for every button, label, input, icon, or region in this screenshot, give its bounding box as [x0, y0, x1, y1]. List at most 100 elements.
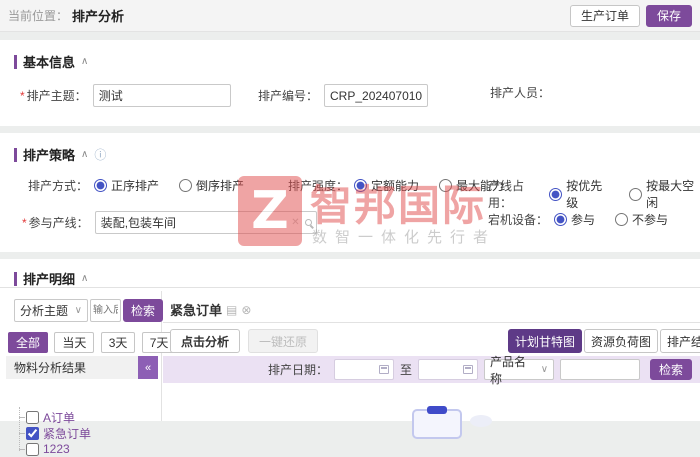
analysis-search-button[interactable]: 检索 [123, 299, 163, 322]
filter-search-button[interactable]: 检索 [650, 359, 692, 380]
gantt-view-button[interactable]: 计划甘特图 [508, 329, 582, 353]
strategy-section: 排产策略 ∧ ⓘ 排产方式： 正序排产 倒序排产 排产强度： 定额能力 最大能力… [0, 133, 700, 252]
radio-by-max-idle[interactable]: 按最大空闲 [629, 177, 700, 211]
restore-button[interactable]: 一键还原 [248, 329, 318, 353]
clear-icon[interactable]: ✕ [291, 218, 299, 228]
material-tree: A订单 紧急订单 1223 [6, 405, 156, 457]
collapse-caret-icon[interactable]: ∧ [81, 273, 88, 284]
person-label: 排产人员： [490, 84, 550, 101]
tree-item-a-order[interactable]: A订单 [6, 409, 156, 425]
order-tab[interactable]: 紧急订单 ▤ ⊗ [170, 300, 251, 319]
detail-section: 排产明细 ∧ 分析主题 ∨ 检索 全部 当天 3天 7天 物料分析结果 « A订… [0, 259, 700, 421]
intensity-label: 排产强度： [288, 177, 348, 194]
basic-info-section: 基本信息 ∧ 排产主题： 排产编号： 排产人员： [0, 40, 700, 126]
detail-title: 排产明细 ∧ [14, 269, 88, 288]
radio-not-participate[interactable]: 不参与 [615, 211, 668, 228]
intensity-field: 排产强度： 定额能力 最大能力 [288, 177, 518, 194]
person-field: 排产人员： [490, 84, 550, 101]
action-toolbar: 点击分析 一键还原 [170, 329, 318, 353]
radio-reverse-scheduling[interactable]: 倒序排产 [179, 177, 244, 194]
subject-field: 排产主题： [20, 84, 231, 107]
tab-today[interactable]: 当天 [54, 332, 94, 353]
section-bar [14, 55, 17, 69]
line-occupy-label: 产线占用： [488, 177, 543, 211]
checkbox-a-order[interactable] [26, 411, 39, 424]
breadcrumb-value: 排产分析 [72, 6, 124, 25]
checkbox-1223[interactable] [26, 443, 39, 456]
number-input[interactable] [324, 84, 428, 107]
view-switcher: 计划甘特图 资源负荷图 排产结果表 [508, 329, 700, 353]
topbar-actions: 生产订单 保存 [570, 5, 692, 27]
strategy-title: 排产策略 ∧ ⓘ [14, 145, 106, 164]
date-to-label: 至 [400, 361, 412, 378]
copy-icon[interactable]: ▤ [226, 303, 237, 317]
tab-3days[interactable]: 3天 [101, 332, 136, 353]
subject-label: 排产主题： [20, 87, 87, 104]
section-divider [0, 287, 700, 288]
subject-input[interactable] [93, 84, 231, 107]
lines-input[interactable] [95, 211, 317, 234]
line-occupy-field: 产线占用： 按优先级 按最大空闲 [488, 177, 700, 211]
search-icon[interactable] [305, 219, 312, 226]
topbar: 当前位置： 排产分析 生产订单 保存 [0, 0, 700, 32]
analysis-search-row: 分析主题 ∨ 检索 [14, 299, 163, 322]
radio-forward-scheduling[interactable]: 正序排产 [94, 177, 159, 194]
lines-input-icons: ✕ [291, 211, 311, 234]
empty-state-shadow [470, 415, 492, 427]
basic-info-title: 基本信息 ∧ [14, 52, 88, 71]
lines-input-wrap: ✕ [95, 211, 317, 234]
downtime-label: 宕机设备： [488, 211, 548, 228]
date-end-input[interactable] [418, 359, 478, 380]
save-button[interactable]: 保存 [646, 5, 692, 27]
load-view-button[interactable]: 资源负荷图 [584, 329, 658, 353]
date-start-input[interactable] [334, 359, 394, 380]
radio-priority-input[interactable] [549, 188, 562, 201]
number-field: 排产编号： [258, 84, 428, 107]
tab-all[interactable]: 全部 [8, 332, 48, 353]
radio-participate-input[interactable] [554, 213, 567, 226]
empty-state-clipboard-icon [412, 409, 462, 439]
analysis-search-input[interactable] [90, 299, 121, 322]
breadcrumb-label: 当前位置： [8, 7, 68, 24]
number-label: 排产编号： [258, 87, 318, 104]
tab-divider [163, 322, 700, 323]
scheduling-mode-field: 排产方式： 正序排产 倒序排产 [28, 177, 258, 194]
lines-field: 参与产线： ✕ [22, 211, 317, 234]
radio-max-idle-input[interactable] [629, 188, 642, 201]
calendar-icon [463, 365, 473, 374]
tree-item-urgent-order[interactable]: 紧急订单 [6, 425, 156, 441]
checkbox-urgent-order[interactable] [26, 427, 39, 440]
production-order-button[interactable]: 生产订单 [570, 5, 640, 27]
calendar-icon [379, 365, 389, 374]
collapse-caret-icon[interactable]: ∧ [81, 56, 88, 67]
analysis-topic-select[interactable]: 分析主题 ∨ [14, 299, 88, 322]
material-result-header: 物料分析结果 « [6, 356, 158, 379]
radio-participate[interactable]: 参与 [554, 211, 595, 228]
close-icon[interactable]: ⊗ [241, 303, 251, 317]
radio-reverse-input[interactable] [179, 179, 192, 192]
result-table-button[interactable]: 排产结果表 [660, 329, 700, 353]
chevron-down-icon: ∨ [75, 305, 82, 316]
radio-by-priority[interactable]: 按优先级 [549, 177, 609, 211]
analyze-button[interactable]: 点击分析 [170, 329, 240, 353]
downtime-field: 宕机设备： 参与 不参与 [488, 211, 668, 228]
chevron-down-icon: ∨ [541, 364, 548, 375]
radio-not-participate-input[interactable] [615, 213, 628, 226]
section-bar [14, 148, 17, 162]
scheduling-mode-label: 排产方式： [28, 177, 88, 194]
radio-quota-capacity[interactable]: 定额能力 [354, 177, 419, 194]
radio-max-input[interactable] [439, 179, 452, 192]
lines-label: 参与产线： [22, 214, 89, 231]
product-search-input[interactable] [560, 359, 640, 380]
section-bar [14, 272, 17, 286]
radio-quota-input[interactable] [354, 179, 367, 192]
date-range-label: 排产日期： [268, 361, 328, 378]
radio-forward-input[interactable] [94, 179, 107, 192]
product-name-select[interactable]: 产品名称 ∨ [484, 359, 554, 380]
collapse-caret-icon[interactable]: ∧ [81, 149, 88, 160]
filter-row: 排产日期： 至 产品名称 ∨ 检索 [163, 356, 700, 383]
range-tabs: 全部 当天 3天 7天 [8, 332, 179, 353]
tree-item-1223[interactable]: 1223 [6, 441, 156, 457]
collapse-panel-button[interactable]: « [138, 356, 158, 379]
info-icon[interactable]: ⓘ [94, 146, 106, 163]
